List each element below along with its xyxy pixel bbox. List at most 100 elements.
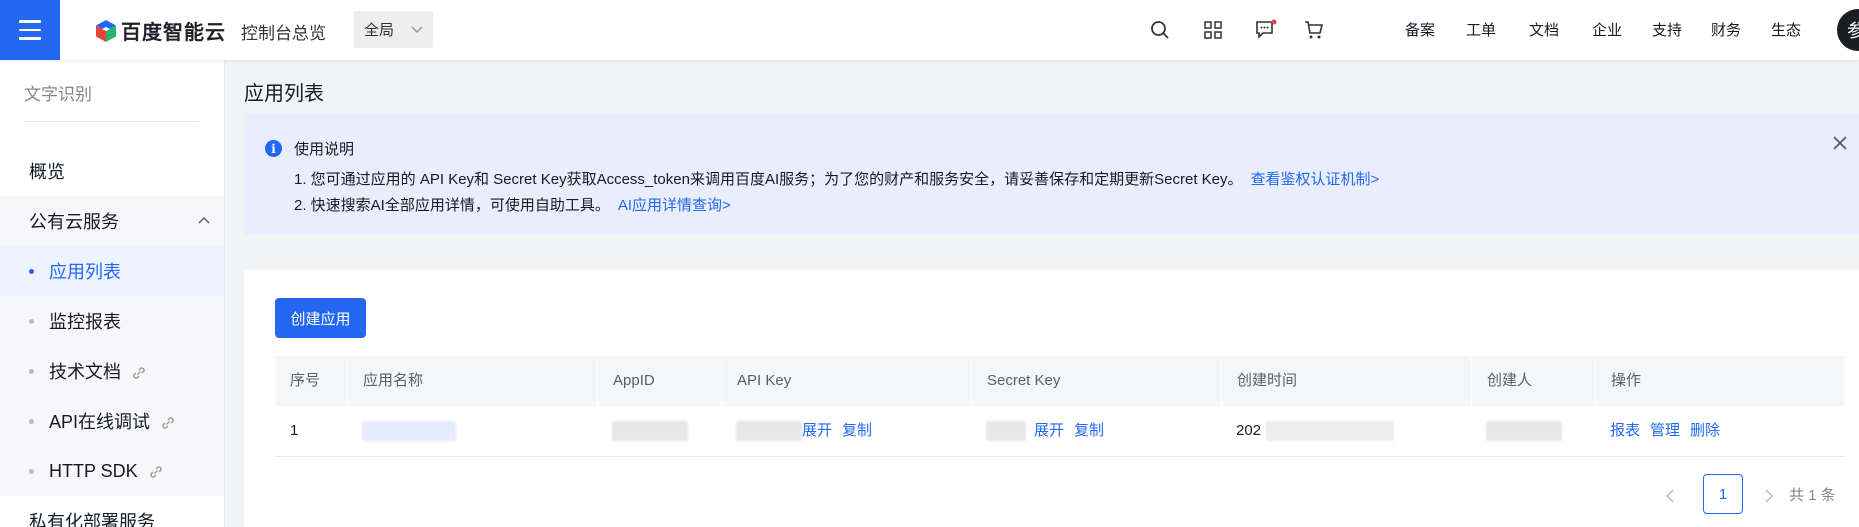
cart-icon[interactable] [1301, 17, 1327, 43]
nav-support[interactable]: 支持 [1652, 19, 1682, 40]
column-header: API Key [721, 356, 971, 406]
ai-app-query-link[interactable]: AI应用详情查询> [618, 197, 731, 214]
column-header: 序号 [290, 372, 321, 389]
nav-finance[interactable]: 财务 [1711, 19, 1741, 40]
sidebar-item-label: HTTP SDK [49, 460, 138, 481]
bullet-dot [29, 269, 34, 274]
report-action[interactable]: 报表 [1610, 422, 1640, 439]
apikey-redacted [736, 421, 802, 441]
page-title: 应用列表 [244, 83, 324, 105]
external-link-icon [162, 417, 174, 429]
region-value: 全局 [364, 22, 395, 39]
appid-redacted [612, 421, 688, 441]
apps-grid-icon[interactable] [1200, 17, 1226, 43]
sidebar-item-api-debug[interactable]: API在线调试 [0, 396, 224, 446]
bullet-dot [29, 319, 34, 324]
sidebar-divider [24, 121, 199, 122]
cloud-cube-icon [96, 19, 116, 42]
sidebar-group-label: 公有云服务 [29, 212, 119, 232]
created-time-prefix: 202 [1236, 422, 1262, 439]
brand-logo[interactable]: 百度智能云 [95, 16, 226, 45]
delete-action[interactable]: 删除 [1690, 422, 1720, 439]
pagination-total: 共 1 条 [1789, 487, 1836, 504]
apikey-actions: 展开 复制 [802, 406, 882, 456]
top-bar: 百度智能云 控制台总览 全局 备案 工单 文档 企业 支持 财务 生态 参 [0, 0, 1859, 60]
hamburger-menu-button[interactable] [0, 0, 60, 60]
table-header: 序号 应用名称 AppID API Key Secret Key 创建时间 创建… [275, 356, 1845, 406]
sidebar-group-public-cloud[interactable]: 公有云服务 [0, 196, 224, 246]
manage-action[interactable]: 管理 [1650, 422, 1680, 439]
table-row: 1 展开 复制 展开 复制 202 报表 管理 删除 [275, 406, 1845, 457]
sidebar-item-label-wrap: HTTP SDK [49, 461, 164, 482]
app-name-redacted[interactable] [362, 421, 456, 441]
sidebar-item-label: 监控报表 [49, 312, 121, 332]
notice-line-text: 2. 快速搜索AI全部应用详情，可使用自助工具。 [294, 197, 610, 214]
column-header: 操作 [1595, 356, 1845, 406]
auth-mechanism-link[interactable]: 查看鉴权认证机制> [1251, 171, 1380, 188]
sidebar-item-overview[interactable]: 概览 [0, 146, 224, 196]
notice-line-2: 2. 快速搜索AI全部应用详情，可使用自助工具。 AI应用详情查询> [294, 194, 731, 215]
column-header: 创建人 [1471, 356, 1595, 406]
sidebar-item-label: 概览 [29, 162, 65, 182]
sidebar: 文字识别 概览 公有云服务 应用列表 监控报表 技术文档 API在线调试 HTT… [0, 60, 225, 527]
sidebar-group-label: 私有化部署服务 [29, 512, 155, 527]
bullet-dot [29, 469, 34, 474]
sidebar-item-app-list[interactable]: 应用列表 [0, 246, 224, 296]
secretkey-expand-button[interactable]: 展开 [1034, 422, 1064, 439]
usage-notice: i 使用说明 1. 您可通过应用的 API Key和 Secret Key获取A… [244, 113, 1859, 235]
sidebar-item-label: 技术文档 [49, 362, 121, 382]
console-overview-link[interactable]: 控制台总览 [241, 19, 326, 44]
apikey-expand-button[interactable]: 展开 [802, 422, 832, 439]
sidebar-item-label: API在线调试 [49, 412, 151, 432]
user-avatar[interactable]: 参 [1837, 9, 1859, 51]
bullet-dot [29, 419, 34, 424]
bullet-dot [29, 369, 34, 374]
sidebar-group-private-deploy[interactable]: 私有化部署服务 [0, 496, 224, 527]
chevron-left-icon[interactable] [1660, 486, 1680, 506]
region-select[interactable]: 全局 [354, 11, 433, 48]
secretkey-copy-button[interactable]: 复制 [1074, 422, 1104, 439]
notice-line-text: 1. 您可通过应用的 API Key和 Secret Key获取Access_t… [294, 171, 1243, 188]
close-icon[interactable] [1831, 134, 1849, 152]
chevron-up-icon [198, 216, 210, 224]
secretkey-actions: 展开 复制 [1034, 406, 1114, 456]
column-header: AppID [597, 356, 721, 406]
row-index: 1 [290, 422, 299, 439]
info-icon: i [265, 140, 282, 157]
external-link-icon [133, 367, 145, 379]
sidebar-title: 文字识别 [24, 85, 92, 104]
message-icon[interactable] [1253, 17, 1279, 43]
app-list-card: 创建应用 序号 应用名称 AppID API Key Secret Key 创建… [244, 270, 1859, 527]
created-time-redacted [1266, 421, 1394, 441]
apikey-copy-button[interactable]: 复制 [842, 422, 872, 439]
column-header: Secret Key [971, 356, 1221, 406]
column-header: 创建时间 [1221, 356, 1471, 406]
brand-name: 百度智能云 [121, 22, 226, 44]
sidebar-item-monitor-report[interactable]: 监控报表 [0, 296, 224, 346]
nav-docs[interactable]: 文档 [1529, 19, 1559, 40]
secretkey-redacted [986, 421, 1026, 441]
sidebar-item-http-sdk[interactable]: HTTP SDK [0, 446, 224, 496]
row-actions: 报表 管理 删除 [1610, 406, 1730, 456]
menu-icon-bar [19, 37, 41, 40]
nav-ticket[interactable]: 工单 [1466, 19, 1496, 40]
create-app-button[interactable]: 创建应用 [275, 298, 366, 338]
search-icon[interactable] [1147, 17, 1173, 43]
chevron-right-icon[interactable] [1759, 486, 1779, 506]
sidebar-item-label-wrap: 技术文档 [49, 358, 147, 384]
nav-enterprise[interactable]: 企业 [1592, 19, 1622, 40]
sidebar-item-tech-docs[interactable]: 技术文档 [0, 346, 224, 396]
external-link-icon [149, 466, 162, 478]
nav-ecosystem[interactable]: 生态 [1771, 19, 1801, 40]
menu-icon [19, 20, 41, 23]
chevron-down-icon [411, 25, 423, 33]
menu-icon-bar [19, 28, 41, 32]
sidebar-item-label: 应用列表 [49, 262, 121, 282]
sidebar-item-label-wrap: API在线调试 [49, 408, 176, 434]
creator-redacted [1486, 421, 1562, 441]
notice-title: 使用说明 [294, 141, 355, 158]
pagination-current-page[interactable]: 1 [1703, 474, 1743, 514]
column-header: 应用名称 [347, 356, 597, 406]
notice-line-1: 1. 您可通过应用的 API Key和 Secret Key获取Access_t… [294, 168, 1379, 189]
nav-beian[interactable]: 备案 [1405, 19, 1435, 40]
